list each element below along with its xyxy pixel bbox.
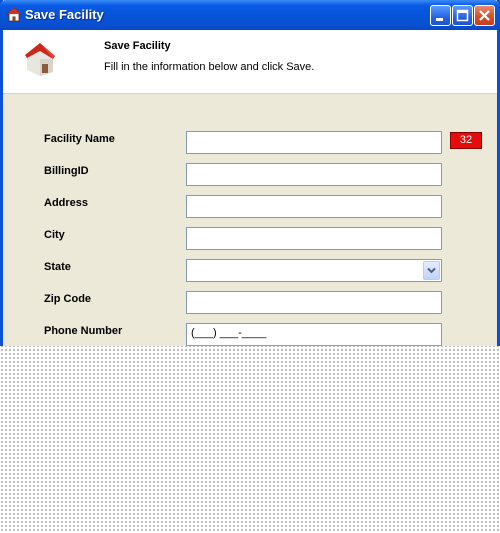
billing-id-input[interactable] (186, 163, 442, 186)
zip-code-input[interactable] (186, 291, 442, 314)
chevron-down-icon (427, 267, 436, 274)
save-facility-window: Save Facility Save Facility Fill in the … (0, 0, 500, 346)
facility-name-input[interactable] (186, 131, 442, 154)
header-title: Save Facility (104, 40, 171, 52)
address-label: Address (44, 197, 89, 209)
house-icon (25, 43, 55, 76)
window-title: Save Facility (25, 7, 104, 22)
close-button[interactable] (474, 5, 495, 26)
facility-name-label: Facility Name (44, 133, 115, 145)
header-subtitle: Fill in the information below and click … (104, 61, 315, 73)
char-limit-badge: 32 (450, 132, 482, 149)
close-icon (479, 10, 490, 21)
minimize-icon (436, 18, 443, 21)
house-icon (6, 7, 22, 22)
dialog-header: Save Facility Fill in the information be… (3, 30, 497, 94)
billing-id-label: BillingID (44, 165, 89, 177)
maximize-icon (456, 9, 469, 22)
address-input[interactable] (186, 195, 442, 218)
minimize-button[interactable] (430, 5, 451, 26)
zip-code-label: Zip Code (44, 293, 92, 305)
state-select[interactable] (186, 259, 442, 282)
phone-number-input[interactable]: (___) ___-____ (186, 323, 442, 346)
state-label: State (44, 261, 71, 273)
phone-number-label: Phone Number (44, 325, 123, 337)
title-bar[interactable]: Save Facility (0, 0, 500, 30)
state-dropdown-button[interactable] (423, 261, 440, 280)
city-input[interactable] (186, 227, 442, 250)
city-label: City (44, 229, 65, 241)
maximize-button[interactable] (452, 5, 473, 26)
